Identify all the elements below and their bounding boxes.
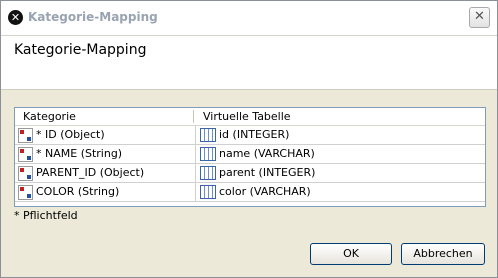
kategorie-cell[interactable]: * NAME (String) (17, 145, 191, 163)
mapping-icon (18, 184, 33, 200)
app-icon: ✕ (8, 10, 23, 25)
kategorie-cell[interactable]: COLOR (String) (17, 183, 191, 201)
kategorie-label: * NAME (String) (36, 147, 123, 160)
tabelle-cell[interactable]: id (INTEGER) (195, 126, 488, 144)
mapping-icon (18, 127, 33, 143)
title-bar: ✕ Kategorie-Mapping ✕ (1, 1, 497, 36)
page-title: Kategorie-Mapping (14, 42, 147, 58)
table-column-icon (200, 166, 216, 180)
table-column-icon (200, 147, 216, 161)
cancel-button[interactable]: Abbrechen (401, 243, 485, 265)
tabelle-label: parent (INTEGER) (219, 166, 316, 179)
column-divider[interactable] (193, 110, 194, 123)
kategorie-cell[interactable]: PARENT_ID (Object) (17, 164, 191, 182)
tabelle-cell[interactable]: parent (INTEGER) (195, 164, 488, 182)
window-title: Kategorie-Mapping (28, 10, 158, 24)
tabelle-label: color (VARCHAR) (219, 185, 311, 198)
ok-button[interactable]: OK (310, 243, 392, 265)
table-column-icon (200, 185, 216, 199)
table-row[interactable]: COLOR (String) color (VARCHAR) (15, 183, 485, 202)
table-row[interactable]: * NAME (String) name (VARCHAR) (15, 145, 485, 164)
mapping-table: Kategorie Virtuelle Tabelle * ID (Object… (14, 107, 486, 207)
dialog-header: Kategorie-Mapping (1, 36, 497, 90)
table-column-icon (200, 128, 216, 142)
tabelle-cell[interactable]: color (VARCHAR) (195, 183, 488, 201)
mapping-icon (18, 165, 33, 181)
mapping-icon (18, 146, 33, 162)
table-row[interactable]: PARENT_ID (Object) parent (INTEGER) (15, 164, 485, 183)
column-header-virtuelle-tabelle[interactable]: Virtuelle Tabelle (203, 110, 291, 123)
kategorie-label: PARENT_ID (Object) (36, 166, 145, 179)
tabelle-cell[interactable]: name (VARCHAR) (195, 145, 488, 163)
kategorie-label: * ID (Object) (36, 128, 105, 141)
kategorie-cell[interactable]: * ID (Object) (17, 126, 191, 144)
column-header-kategorie[interactable]: Kategorie (23, 110, 76, 123)
kategorie-label: COLOR (String) (36, 185, 120, 198)
tabelle-label: id (INTEGER) (219, 128, 290, 141)
dialog-window: ✕ Kategorie-Mapping ✕ Kategorie-Mapping … (0, 0, 498, 278)
close-button[interactable]: ✕ (469, 7, 490, 28)
table-header: Kategorie Virtuelle Tabelle (15, 108, 485, 126)
table-row[interactable]: * ID (Object) id (INTEGER) (15, 126, 485, 145)
required-field-note: * Pflichtfeld (14, 209, 78, 222)
tabelle-label: name (VARCHAR) (219, 147, 315, 160)
